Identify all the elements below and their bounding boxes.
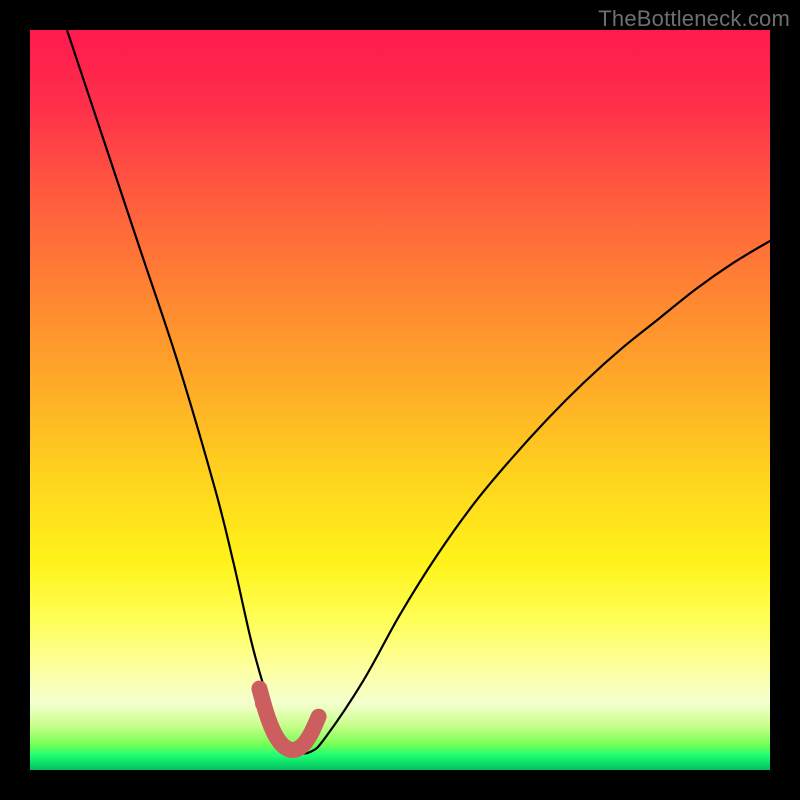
watermark-text: TheBottleneck.com (598, 6, 790, 32)
series-bottleneck-curve (67, 30, 770, 753)
highlight-start-dot (255, 695, 271, 711)
curve-layer (30, 30, 770, 770)
chart-root: TheBottleneck.com (0, 0, 800, 800)
